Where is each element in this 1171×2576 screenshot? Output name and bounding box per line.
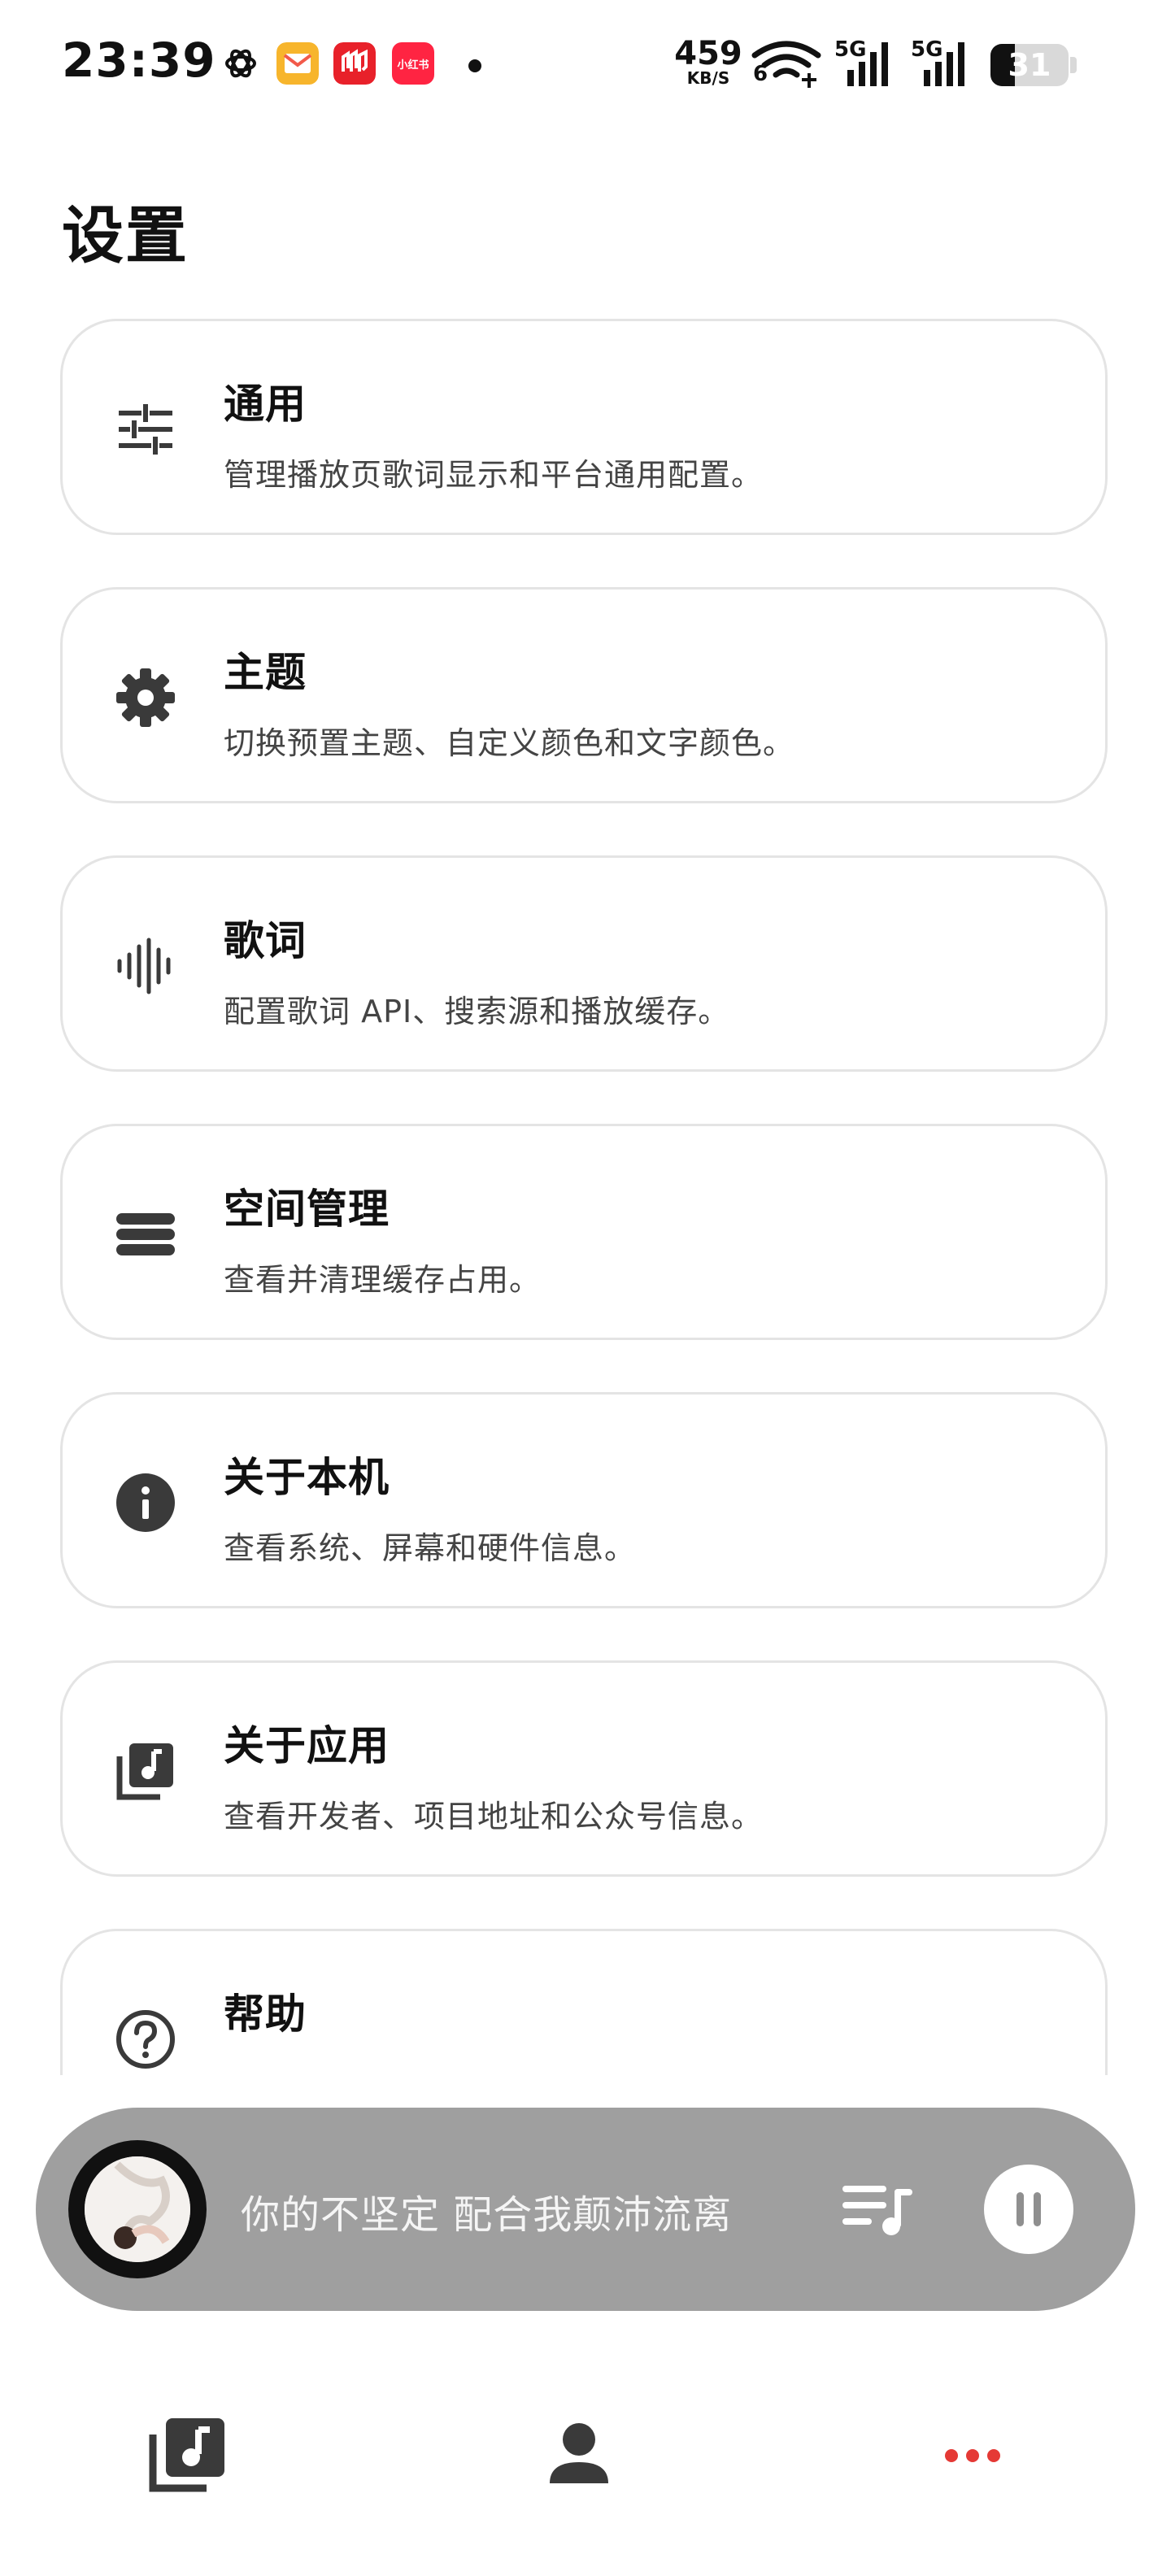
sliders-icon [119,404,172,455]
waveform-icon [117,938,171,994]
person-icon [550,2423,608,2483]
settings-item-about-app[interactable]: 关于应用 查看开发者、项目地址和公众号信息。 [60,1660,1108,1877]
nav-more[interactable] [924,2407,1021,2504]
music-library-icon [149,2418,224,2492]
signal-1-icon [847,42,888,86]
page-title: 设置 [62,199,189,272]
album-cover-image [85,2156,190,2262]
info-icon [116,1473,175,1532]
settings-item-desc: 查看开发者、项目地址和公众号信息。 [224,1799,764,1834]
battery-icon: 31 [990,44,1069,86]
mail-app-icon [276,42,319,85]
network-speed-value: 459 [674,35,742,72]
nav-profile[interactable] [530,2407,628,2504]
settings-item-lyrics[interactable]: 歌词 配置歌词 API、搜索源和播放缓存。 [60,855,1108,1072]
status-bar: 23:39 小红书 459 KB/S 6 5G 5G 31 [0,0,1171,130]
gear-icon [116,668,175,727]
xiaohongshu-app-label: 小红书 [397,59,429,72]
help-icon [116,2010,175,2069]
settings-item-title: 空间管理 [224,1186,390,1233]
status-time: 23:39 [62,33,216,88]
notification-dot [468,59,481,72]
network-speed: 459 KB/S [672,37,745,86]
openai-icon [225,49,256,78]
now-playing-lyric: 你的不坚定 配合我颠沛流离 [241,2192,733,2238]
battery-level: 31 [1008,47,1051,83]
settings-item-title: 关于本机 [224,1454,390,1501]
pause-button[interactable] [984,2165,1073,2254]
settings-item-desc: 管理播放页歌词显示和平台通用配置。 [224,457,764,493]
battery-tip [1070,57,1077,73]
settings-item-desc: 查看并清理缓存占用。 [224,1262,542,1298]
settings-item-general[interactable]: 通用 管理播放页歌词显示和平台通用配置。 [60,319,1108,535]
settings-item-help[interactable]: 帮助 [60,1929,1108,2075]
settings-item-desc: 切换预置主题、自定义颜色和文字颜色。 [224,725,795,761]
settings-item-theme[interactable]: 主题 切换预置主题、自定义颜色和文字颜色。 [60,587,1108,803]
settings-item-desc: 配置歌词 API、搜索源和播放缓存。 [224,994,730,1029]
more-dots-icon [945,2449,1000,2462]
settings-list[interactable]: 通用 管理播放页歌词显示和平台通用配置。 主题 切换预置主题、自定义颜色和文字颜… [60,319,1111,2075]
settings-item-title: 关于应用 [224,1722,390,1769]
settings-item-title: 歌词 [224,917,307,964]
album-cover [85,2156,190,2262]
album-disc[interactable] [68,2140,207,2278]
signal-2-icon [924,42,964,86]
nav-library[interactable] [138,2407,236,2504]
settings-item-title: 帮助 [224,1991,307,2038]
music-library-icon [116,1743,173,1800]
storage-icon [116,1213,175,1255]
settings-item-about-device[interactable]: 关于本机 查看系统、屏幕和硬件信息。 [60,1392,1108,1608]
playlist-queue-icon[interactable] [841,2174,914,2244]
settings-item-storage[interactable]: 空间管理 查看并清理缓存占用。 [60,1124,1108,1340]
now-playing-bar[interactable]: 你的不坚定 配合我颠沛流离 [36,2108,1135,2311]
settings-item-title: 主题 [224,649,307,696]
settings-item-desc: 查看系统、屏幕和硬件信息。 [224,1530,637,1566]
meituan-app-icon [333,42,376,85]
wifi-version: 6 [753,62,768,86]
pause-icon [1016,2192,1041,2226]
settings-item-title: 通用 [224,381,307,428]
xiaohongshu-app-icon: 小红书 [392,42,434,85]
network-speed-unit: KB/S [686,68,730,88]
